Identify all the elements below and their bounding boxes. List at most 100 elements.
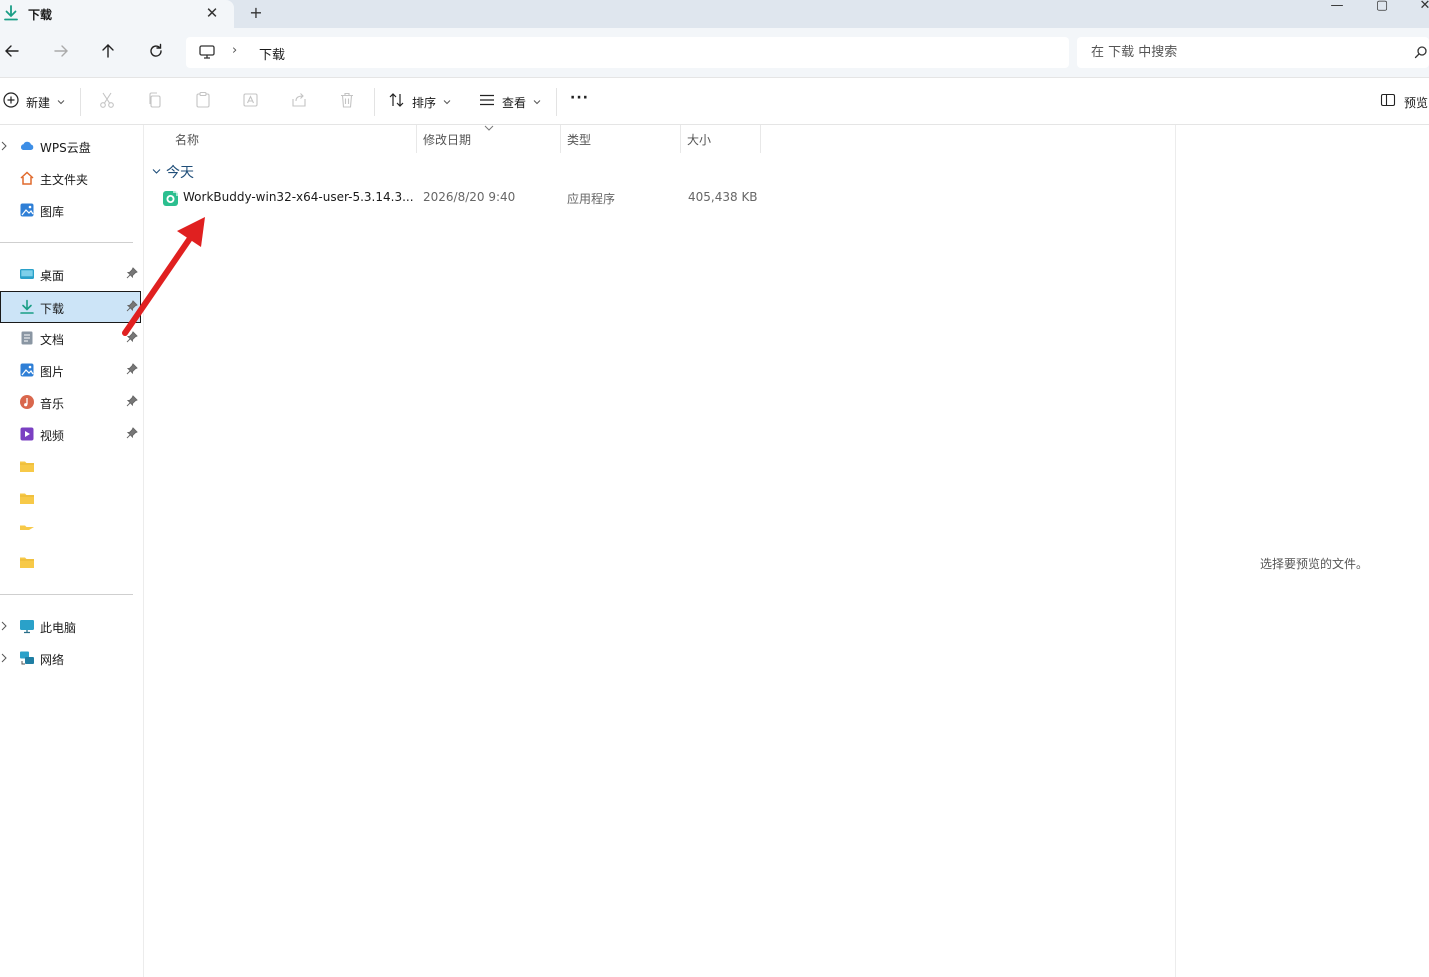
refresh-button[interactable]	[143, 38, 169, 64]
breadcrumb-separator[interactable]: ›	[232, 43, 237, 58]
chevron-right-icon[interactable]	[0, 140, 8, 152]
folder-icon	[20, 525, 34, 530]
delete-icon[interactable]	[338, 91, 356, 109]
sidebar-item-network[interactable]: 网络	[0, 643, 141, 673]
file-type: 应用程序	[567, 192, 616, 206]
sort-label: 排序	[412, 96, 437, 110]
file-name[interactable]: WorkBuddy-win32-x64-user-5.3.14.3...	[183, 190, 414, 204]
file-list: 名称 修改日期 类型 大小 今天 WorkBuddy-win32-x64-use…	[144, 125, 1174, 977]
chevron-down-icon	[57, 100, 65, 105]
preview-pane-button[interactable]: 预览	[1378, 78, 1429, 124]
search-input[interactable]	[1091, 43, 1391, 61]
column-divider[interactable]	[680, 125, 681, 153]
chevron-right-icon[interactable]	[0, 652, 8, 664]
share-icon[interactable]	[290, 91, 308, 109]
desktop-icon	[20, 269, 34, 279]
sidebar-item-folder[interactable]	[0, 515, 141, 545]
divider	[556, 88, 557, 116]
copy-icon[interactable]	[146, 91, 164, 109]
column-divider[interactable]	[560, 125, 561, 153]
more-options-button[interactable]: ···	[570, 90, 589, 106]
folder-icon	[20, 493, 34, 504]
pictures-icon	[20, 363, 34, 377]
plus-circle-icon	[3, 92, 19, 108]
sort-indicator-icon	[484, 125, 494, 131]
new-label: 新建	[26, 96, 51, 110]
sidebar-item-pictures[interactable]: 图片	[0, 355, 141, 385]
sidebar-item-this-pc[interactable]: 此电脑	[0, 611, 141, 641]
divider	[0, 242, 133, 243]
paste-icon[interactable]	[194, 91, 212, 109]
chevron-down-icon[interactable]	[152, 168, 161, 175]
annotation-arrow	[122, 217, 205, 336]
sort-button[interactable]: 排序	[386, 78, 456, 124]
new-tab-button[interactable]: +	[247, 4, 265, 22]
download-icon	[20, 299, 34, 314]
command-bar: 新建 排序 查看 ··· 预览	[0, 78, 1429, 125]
preview-pane: 选择要预览的文件。	[1175, 125, 1429, 977]
preview-empty-message: 选择要预览的文件。	[1260, 557, 1369, 571]
breadcrumb-downloads[interactable]: 下载	[259, 44, 285, 63]
column-header-name[interactable]: 名称	[175, 131, 199, 148]
address-bar[interactable]: › 下载	[186, 37, 1069, 68]
minimize-button[interactable]: —	[1322, 0, 1352, 14]
maximize-button[interactable]: ▢	[1367, 0, 1397, 14]
chevron-down-icon	[443, 100, 451, 105]
sidebar-item-label: 图库	[40, 205, 65, 219]
pin-icon[interactable]	[126, 363, 138, 375]
monitor-icon	[199, 45, 215, 59]
file-modified: 2026/8/20 9:40	[423, 190, 516, 204]
divider	[80, 88, 81, 116]
table-row[interactable]: WorkBuddy-win32-x64-user-5.3.14.3... 202…	[158, 187, 762, 209]
sidebar-item-label: 图片	[40, 365, 65, 379]
chevron-right-icon[interactable]	[0, 620, 8, 632]
sidebar-item-folder[interactable]	[0, 547, 141, 577]
view-button[interactable]: 查看	[476, 78, 546, 124]
folder-icon	[20, 557, 34, 568]
group-label: 今天	[166, 165, 194, 181]
preview-pane-icon	[1380, 93, 1396, 107]
sidebar-item-music[interactable]: 音乐	[0, 387, 141, 417]
file-size: 405,438 KB	[688, 190, 758, 204]
sidebar-item-label: 文档	[40, 333, 65, 347]
divider	[0, 594, 133, 595]
music-icon	[20, 395, 34, 409]
sidebar-item-wps-cloud[interactable]: WPS云盘	[0, 131, 141, 161]
search-icon[interactable]	[1414, 45, 1428, 59]
sidebar-item-folder[interactable]	[0, 451, 141, 481]
chevron-down-icon	[533, 100, 541, 105]
gallery-icon	[20, 203, 34, 217]
forward-button[interactable]	[48, 38, 74, 64]
column-header-date[interactable]: 修改日期	[423, 131, 471, 148]
cut-icon[interactable]	[98, 91, 116, 109]
this-pc-icon	[20, 620, 34, 634]
sidebar-item-label: 桌面	[40, 269, 65, 283]
column-header-type[interactable]: 类型	[567, 131, 591, 148]
up-button[interactable]	[95, 38, 121, 64]
column-header-size[interactable]: 大小	[687, 131, 711, 148]
search-box[interactable]	[1077, 37, 1429, 68]
close-window-button[interactable]: ✕	[1410, 0, 1429, 14]
rename-icon[interactable]	[242, 91, 260, 109]
home-icon	[20, 171, 34, 185]
group-header-today[interactable]: 今天	[152, 162, 352, 182]
tab-title: 下载	[28, 8, 53, 22]
sidebar-item-home[interactable]: 主文件夹	[0, 163, 141, 193]
column-divider[interactable]	[760, 125, 761, 153]
sidebar-item-label: 音乐	[40, 397, 65, 411]
back-button[interactable]	[0, 38, 26, 64]
sidebar-item-label: 主文件夹	[40, 173, 89, 187]
sidebar-item-videos[interactable]: 视频	[0, 419, 141, 449]
new-button[interactable]: 新建	[0, 78, 72, 124]
pin-icon[interactable]	[126, 427, 138, 439]
pin-icon[interactable]	[126, 395, 138, 407]
close-tab-icon[interactable]: ✕	[203, 4, 221, 22]
sidebar-item-label: 下载	[40, 302, 65, 316]
network-icon	[20, 651, 34, 665]
sidebar-item-label: 网络	[40, 653, 65, 667]
divider	[374, 88, 375, 116]
tab-downloads[interactable]: 下载 ✕	[0, 0, 234, 28]
sidebar-item-folder[interactable]	[0, 483, 141, 513]
column-divider[interactable]	[416, 125, 417, 153]
video-icon	[20, 427, 34, 441]
